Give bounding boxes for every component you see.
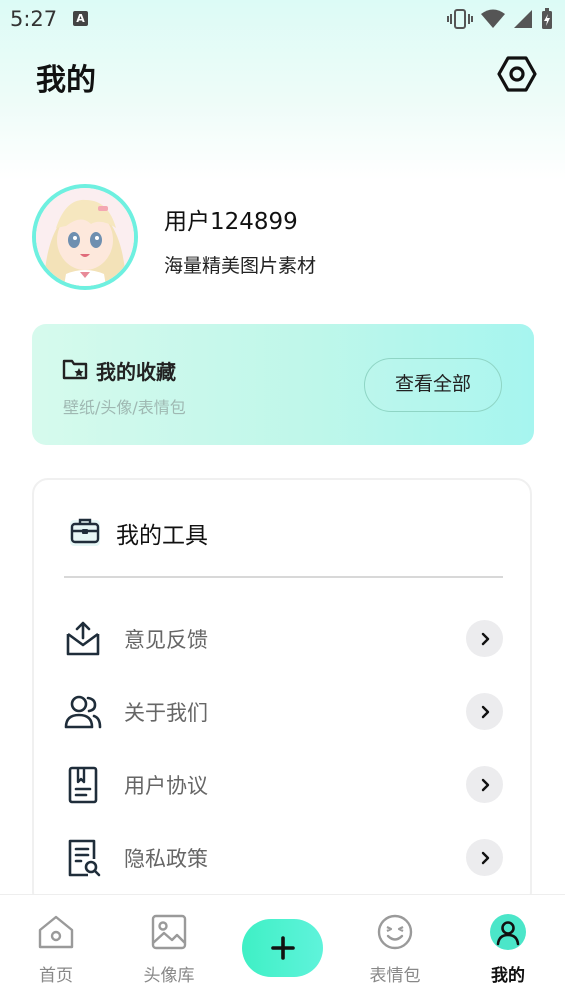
tool-item-label: 用户协议 — [124, 774, 208, 798]
battery-icon — [542, 8, 552, 29]
nav-label: 首页 — [39, 966, 73, 986]
favorites-subtitle: 壁纸/头像/表情包 — [63, 398, 186, 417]
tool-item-label: 意见反馈 — [124, 628, 208, 652]
notification-badge: A — [73, 11, 88, 26]
wifi-icon — [481, 9, 505, 28]
settings-hexagon-icon — [497, 56, 537, 92]
agreement-book-icon — [68, 766, 98, 804]
nav-avatar-library[interactable]: 头像库 — [124, 895, 214, 995]
tools-divider — [64, 576, 503, 578]
favorites-card[interactable]: 我的收藏 壁纸/头像/表情包 查看全部 — [32, 324, 534, 445]
nav-home[interactable]: 首页 — [11, 895, 101, 995]
avatar[interactable] — [32, 184, 138, 290]
chevron-right-icon — [466, 620, 503, 657]
status-bar: 5:27 A — [0, 0, 565, 38]
nav-label: 表情包 — [369, 966, 421, 986]
tool-item-agreement[interactable]: 用户协议 — [34, 754, 534, 814]
nav-label: 我的 — [491, 966, 525, 986]
tools-card: 我的工具 意见反馈 关于我们 用户协议 隐私政策 — [32, 478, 532, 908]
vibrate-icon — [447, 9, 473, 29]
image-icon — [151, 914, 187, 950]
view-all-button[interactable]: 查看全部 — [364, 358, 502, 412]
signal-icon — [514, 10, 532, 28]
tool-item-about[interactable]: 关于我们 — [34, 681, 534, 741]
feedback-upload-icon — [66, 621, 100, 656]
settings-button[interactable] — [497, 54, 537, 94]
tools-title: 我的工具 — [116, 523, 208, 549]
tool-item-privacy[interactable]: 隐私政策 — [34, 827, 534, 887]
nav-mine[interactable]: 我的 — [463, 895, 553, 995]
chevron-right-icon — [466, 693, 503, 730]
favorites-title: 我的收藏 — [96, 360, 176, 384]
nav-stickers[interactable]: 表情包 — [350, 895, 440, 995]
tool-item-label: 隐私政策 — [124, 847, 208, 871]
smiley-icon — [377, 914, 413, 950]
chevron-right-icon — [466, 839, 503, 876]
username: 用户124899 — [164, 209, 298, 235]
add-button[interactable] — [242, 919, 323, 977]
tool-item-label: 关于我们 — [124, 701, 208, 725]
page-title: 我的 — [36, 63, 96, 98]
avatar-image — [36, 188, 134, 286]
privacy-doc-search-icon — [68, 839, 101, 877]
plus-icon — [270, 936, 295, 960]
home-icon — [38, 915, 74, 949]
tool-item-feedback[interactable]: 意见反馈 — [34, 608, 534, 668]
users-icon — [64, 695, 102, 729]
folder-star-icon — [62, 359, 88, 380]
user-icon — [490, 914, 526, 950]
status-time: 5:27 — [10, 7, 58, 31]
nav-label: 头像库 — [143, 966, 195, 986]
chevron-right-icon — [466, 766, 503, 803]
profile-tagline: 海量精美图片素材 — [164, 255, 317, 277]
bottom-nav: 首页 头像库 表情包 我的 — [0, 894, 565, 1005]
status-icons — [447, 8, 553, 30]
toolbox-icon — [70, 518, 100, 546]
